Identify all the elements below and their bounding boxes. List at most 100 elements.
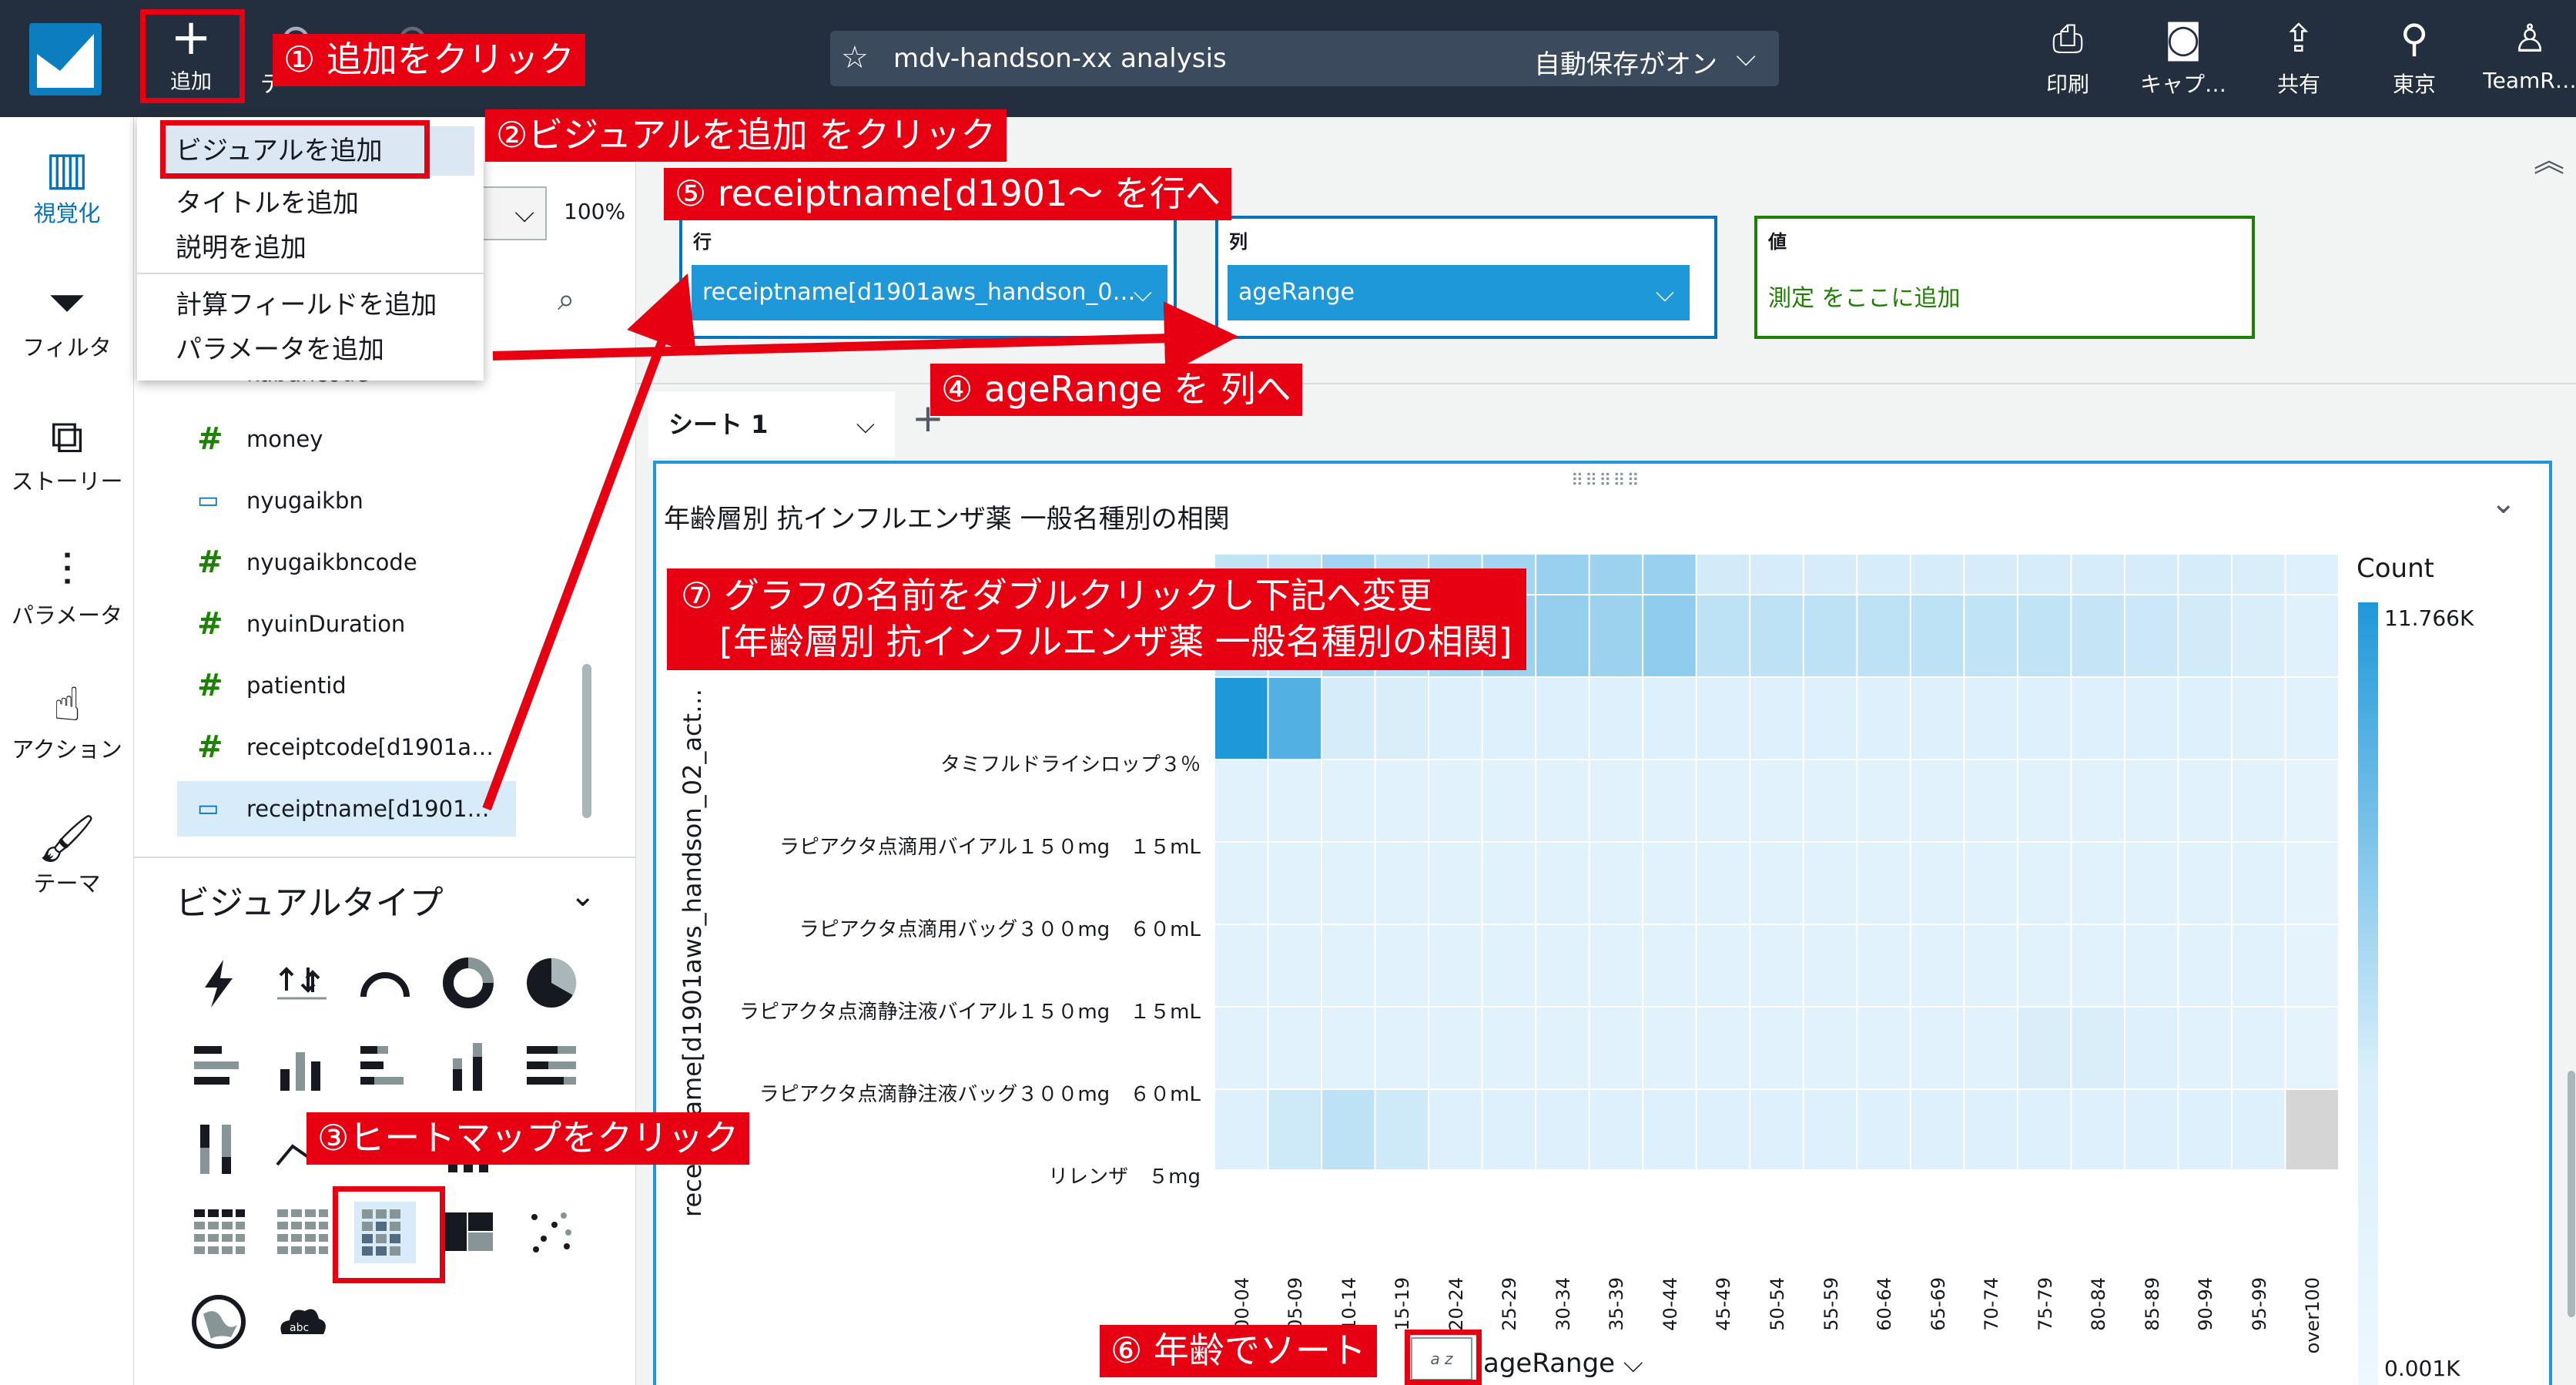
heatmap-cell	[1697, 925, 1750, 1006]
word-cloud-icon[interactable]: abc	[271, 1291, 333, 1353]
stacked-bar-icon[interactable]	[354, 1035, 416, 1097]
pie-chart-icon[interactable]	[521, 952, 582, 1014]
nav-theme[interactable]: 🖌 テーマ	[0, 812, 134, 898]
heatmap-cell	[1536, 760, 1589, 841]
x-tick-label: 60-64	[1874, 1277, 1896, 1331]
menu-item-add-parameter[interactable]: パラメータを追加	[176, 328, 384, 366]
heatmap-cell	[1750, 555, 1803, 594]
nav-story[interactable]: ⧉ ストーリー	[0, 410, 134, 496]
tree-map-icon[interactable]	[437, 1202, 499, 1263]
heatmap-cell	[2072, 925, 2124, 1006]
heatmap-cell	[1804, 1090, 1857, 1169]
search-icon[interactable]: ⌕	[558, 282, 574, 317]
heatmap-cell	[2232, 760, 2285, 841]
x-tick-label: 90-94	[2195, 1277, 2217, 1331]
field-item-patientid[interactable]: # patientid	[177, 658, 516, 713]
horizontal-bar-icon[interactable]	[188, 1035, 250, 1097]
measure-icon: #	[197, 606, 223, 642]
heatmap-cell	[1965, 760, 2017, 841]
heatmap-cell	[1536, 843, 1589, 924]
share-button[interactable]: ⇪ 共有	[2241, 15, 2357, 99]
chevron-down-icon[interactable]: ⌵	[1134, 265, 1152, 320]
columns-field-pill[interactable]: ageRange ⌵	[1228, 265, 1690, 320]
kpi-icon[interactable]	[271, 952, 333, 1014]
drag-handle-icon[interactable]: ⠿⠿⠿⠿⠿	[1571, 471, 1641, 491]
canvas-scrollbar[interactable]	[2568, 1071, 2575, 1317]
heatmap-cell	[1804, 555, 1857, 594]
percent-column-icon[interactable]	[188, 1118, 250, 1180]
chevron-down-icon[interactable]: ⌄	[2491, 485, 2517, 521]
field-name: patientid	[246, 672, 347, 699]
field-list-scrollbar[interactable]	[582, 664, 591, 818]
pivot-table-icon[interactable]	[271, 1202, 333, 1263]
print-label: 印刷	[2045, 72, 2089, 97]
annotation-step-7-line2: [年齢層別 抗インフルエンザ薬 一般名種別の相関]	[719, 620, 1512, 662]
donut-chart-icon[interactable]	[437, 952, 499, 1014]
autosave-status[interactable]: 自動保存がオン	[1534, 43, 1717, 81]
user-button[interactable]: ♙ TeamR…	[2472, 15, 2576, 93]
heatmap-cell	[1589, 1008, 1643, 1088]
field-item-nyugaikbn[interactable]: ▭ nyugaikbn	[177, 473, 516, 528]
x-axis-sort-dropdown[interactable]: ageRange ⌵	[1483, 1348, 1643, 1379]
heatmap-cell	[1482, 760, 1536, 841]
measure-icon: #	[197, 668, 223, 703]
x-tick-label: 30-34	[1552, 1277, 1574, 1331]
vertical-bar-icon[interactable]	[271, 1035, 333, 1097]
field-item-receiptnamed1901[interactable]: ▭ receiptname[d1901…	[177, 781, 516, 837]
menu-item-add-title[interactable]: タイトルを追加	[176, 182, 359, 220]
scatter-plot-icon[interactable]	[521, 1202, 582, 1263]
heatmap-cell	[1322, 925, 1375, 1006]
nav-action[interactable]: ☝ アクション	[0, 678, 134, 764]
stacked-column-icon[interactable]	[437, 1035, 499, 1097]
heatmap-cell	[1911, 595, 1964, 676]
collapse-icon[interactable]: ︽	[2534, 136, 2564, 180]
rows-well[interactable]: 行 receiptname[d1901aws_handson_0… ⌵	[679, 216, 1177, 339]
visual-title[interactable]: 年齢層別 抗インフルエンザ薬 一般名種別の相関	[664, 498, 1230, 535]
row-label: ラピアクタ点滴静注液バッグ３００mg ６０mL	[759, 1083, 1201, 1106]
heatmap-cell	[2232, 1090, 2285, 1169]
gauge-icon[interactable]	[354, 952, 416, 1014]
nav-parameter[interactable]: ⫶ パラメータ	[0, 544, 134, 630]
annotation-step-4: ④ ageRange を 列へ	[930, 364, 1302, 416]
chevron-down-icon[interactable]: ⌄	[570, 878, 596, 914]
analysis-name[interactable]: mdv-handson-xx analysis	[893, 43, 1227, 74]
heatmap-cell	[2072, 595, 2124, 676]
print-button[interactable]: ⎙ 印刷	[2010, 15, 2125, 99]
heatmap-cell	[1750, 595, 1803, 676]
heatmap-cell	[1750, 678, 1803, 759]
heatmap-cell	[2018, 925, 2071, 1006]
heatmap-cell	[1482, 1090, 1536, 1169]
menu-item-add-description[interactable]: 説明を追加	[176, 226, 307, 264]
nav-visualize[interactable]: ▥ 視覚化	[0, 142, 134, 228]
pointer-gear-icon: ☝	[52, 678, 82, 732]
field-item-nyugaikbncode[interactable]: # nyugaikbncode	[177, 535, 516, 590]
geo-map-icon[interactable]	[188, 1291, 250, 1353]
field-item-nyuinduration[interactable]: # nyuinDuration	[177, 596, 516, 652]
autograph-icon[interactable]	[188, 952, 250, 1014]
region-button[interactable]: ⚲ 東京	[2357, 15, 2472, 99]
columns-well[interactable]: 列 ageRange ⌵	[1215, 216, 1717, 339]
chevron-down-icon[interactable]: ⌵	[1656, 265, 1674, 320]
field-item-receiptcoded1901a[interactable]: # receiptcode[d1901a…	[177, 719, 516, 775]
analysis-title-bar[interactable]: ☆ mdv-handson-xx analysis 自動保存がオン ⌵	[830, 31, 1779, 86]
percent-bar-icon[interactable]	[521, 1035, 582, 1097]
heatmap-cell	[1857, 843, 1910, 924]
field-name: receiptname[d1901…	[246, 796, 490, 822]
heatmap-cell	[2286, 595, 2338, 676]
zoom-level: 100%	[564, 199, 626, 224]
chevron-down-icon[interactable]: ⌵	[856, 391, 875, 458]
menu-item-add-calculated-field[interactable]: 計算フィールドを追加	[176, 283, 437, 321]
capture-button[interactable]: ◙ キャプ…	[2125, 15, 2241, 99]
sliders-icon: ⫶	[61, 544, 73, 598]
star-icon[interactable]: ☆	[841, 40, 869, 75]
field-item-money[interactable]: # money	[177, 411, 516, 467]
heatmap-cell	[2232, 595, 2285, 676]
heatmap-cell	[1429, 1008, 1482, 1088]
rows-field-pill[interactable]: receiptname[d1901aws_handson_0… ⌵	[692, 265, 1167, 320]
table-icon[interactable]	[188, 1202, 250, 1263]
chevron-down-icon[interactable]: ⌵	[1736, 42, 1756, 72]
tab-sheet-1[interactable]: シート 1 ⌵	[648, 391, 895, 458]
nav-filter[interactable]: ⏷ フィルタ	[0, 276, 134, 362]
values-well[interactable]: 値 測定 をここに追加	[1754, 216, 2255, 339]
quicksight-logo[interactable]	[29, 23, 102, 96]
